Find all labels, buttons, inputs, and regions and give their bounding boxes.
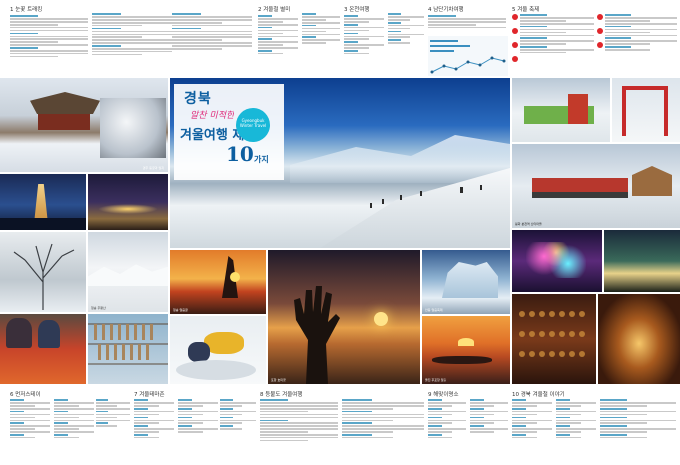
photo-snow-hills: 청송 주왕산 (88, 232, 168, 312)
section-2-text-b (302, 12, 340, 72)
section-6-text-c (96, 398, 130, 462)
section-10-text-b (556, 398, 596, 462)
photo-snow-temple: 경주 동궁과 월지 (0, 78, 168, 172)
photo-persimmons (0, 314, 86, 384)
top-text-strip: 1 눈꽃 트래킹 2 겨울철 별미 3 온천여행 4 남단기차여행 5 겨울 축… (0, 0, 680, 80)
photo-sunset-rock: 청송 얼음골 (170, 250, 266, 314)
hero-snow-mountain: 경북 알찬 미적한 겨울여행 제안 10 가지 Gyeongbuk Winter… (170, 78, 510, 248)
section-9-title: 9 해맞이명소 (428, 392, 459, 398)
photo-caption: 안동 얼음축제 (425, 308, 443, 312)
photo-caption: 울진 후포항 일출 (425, 378, 447, 382)
hero-number: 10 (226, 142, 254, 166)
festival-pin-icon (512, 28, 518, 34)
festival-pin-icon (512, 56, 518, 62)
photo-night-village (88, 174, 168, 230)
section-6-text-b (54, 398, 94, 462)
section-8-text (260, 398, 338, 462)
photo-caption: 봉화 분천역 산타마을 (515, 222, 542, 226)
section-3-title: 3 온천여행 (344, 7, 370, 13)
section-2-text (258, 14, 298, 74)
section-8-title: 8 등불도 겨울여행 (260, 392, 303, 398)
festival-pin-icon (597, 28, 603, 34)
section-7-title: 7 겨울테마존 (134, 392, 165, 398)
photo-light-garden (604, 230, 680, 292)
section-3-text-b (388, 12, 424, 72)
section-5-text (520, 13, 594, 75)
photo-snow-tree (0, 232, 86, 312)
hero-badge: Gyeongbuk Winter Travel (236, 108, 270, 142)
section-8-text-b (342, 398, 424, 462)
section-1-text-c (172, 12, 252, 74)
photo-caption: 경주 동궁과 월지 (142, 166, 164, 170)
photo-wine-cellar (512, 294, 596, 384)
section-6-title: 6 먼저스테이 (10, 392, 41, 398)
photo-caption: 포항 호미곶 (271, 378, 286, 382)
photo-drying-fish (88, 314, 168, 384)
festival-pin-icon (597, 42, 603, 48)
section-10-text (512, 398, 552, 462)
hero-number-suffix: 가지 (254, 155, 269, 164)
section-4-text (428, 14, 506, 36)
section-3-text (344, 14, 384, 74)
festival-pin-icon (512, 42, 518, 48)
festival-pin-icon (512, 14, 518, 20)
photo-night-pagoda (0, 174, 86, 230)
photo-sledding (170, 316, 266, 384)
section-7-text-b (178, 398, 218, 462)
section-5-text-b (605, 13, 677, 75)
photo-caption: 청송 얼음골 (173, 308, 188, 312)
section-7-text (134, 398, 174, 462)
festival-pin-icon (597, 14, 603, 20)
badge-line2: Winter Travel (239, 123, 267, 128)
section-1-text (10, 14, 88, 76)
photo-hand-sculpture: 포항 호미곶 (268, 250, 420, 384)
section-10-text-c (600, 398, 676, 462)
section-6-text (10, 398, 50, 462)
section-9-text (428, 398, 466, 462)
photo-light-festival (512, 230, 602, 292)
section-7-text-c (220, 398, 256, 462)
section-9-text-b (470, 398, 508, 462)
photo-winter-park (512, 78, 610, 142)
train-route-map (428, 36, 508, 76)
hero-title-line1: 경북 (184, 91, 212, 107)
bottom-text-strip: 6 먼저스테이 7 겨울테마존 8 등불도 겨울여행 9 해맞이명소 10 경북… (0, 386, 680, 465)
photo-sunrise-sea: 울진 후포항 일출 (422, 316, 510, 384)
section-1-title: 1 눈꽃 트래킹 (10, 7, 43, 13)
photo-ice-festival: 안동 얼음축제 (422, 250, 510, 314)
section-1-text-b (92, 12, 172, 74)
photo-tunnel (598, 294, 680, 384)
hero-subtitle-accent: 알찬 미적한 (190, 111, 235, 121)
photo-caption: 청송 주왕산 (91, 306, 106, 310)
section-2-title: 2 겨울철 별미 (258, 7, 291, 13)
section-10-title: 10 경북 겨울철 이야기 (512, 392, 565, 398)
photo-red-gate (612, 78, 680, 142)
section-5-title: 5 겨울 축제 (512, 7, 540, 13)
photo-train-station: 봉화 분천역 산타마을 (512, 144, 680, 228)
section-4-title: 4 남단기차여행 (428, 7, 464, 13)
